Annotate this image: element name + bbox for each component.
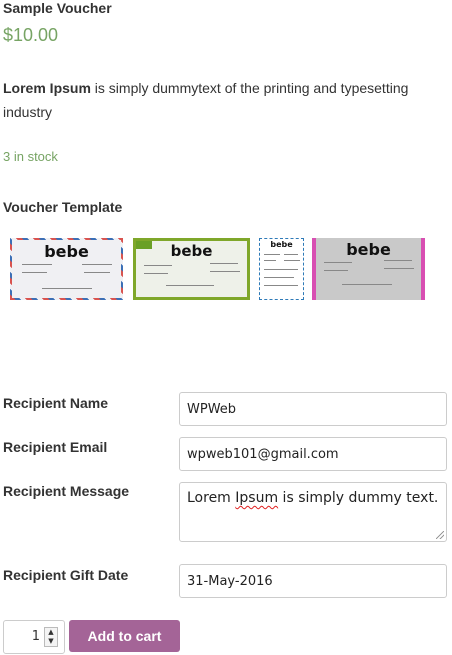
- quantity-stepper[interactable]: 1 ▲ ▼: [3, 620, 65, 654]
- template-brand-logo: bebe: [346, 240, 391, 259]
- product-price: $10.00: [3, 25, 59, 45]
- recipient-name-label: Recipient Name: [3, 395, 109, 411]
- recipient-email-label: Recipient Email: [3, 439, 108, 455]
- recipient-name-input[interactable]: [179, 392, 447, 426]
- product-description: Lorem Ipsum is simply dummytext of the p…: [3, 76, 443, 124]
- recipient-message-textarea[interactable]: Lorem Ipsum is simply dummy text.: [179, 482, 447, 542]
- voucher-template-option-1[interactable]: bebe: [10, 238, 123, 300]
- description-bold: Lorem Ipsum: [3, 80, 91, 96]
- template-brand-logo: bebe: [270, 240, 293, 249]
- message-word-ipsum: Ipsum: [235, 490, 279, 506]
- product-title: Sample Voucher: [3, 0, 112, 16]
- recipient-gift-date-input[interactable]: [179, 564, 447, 598]
- template-brand-logo: bebe: [170, 242, 213, 260]
- voucher-template-heading: Voucher Template: [3, 199, 123, 215]
- stock-status: 3 in stock: [3, 149, 58, 164]
- recipient-email-input[interactable]: [179, 437, 447, 471]
- quantity-value: 1: [31, 629, 40, 644]
- voucher-template-option-4[interactable]: bebe: [312, 238, 425, 300]
- resize-grip-icon[interactable]: [436, 531, 444, 539]
- template-brand-logo: bebe: [44, 242, 89, 261]
- voucher-template-option-3[interactable]: bebe: [259, 238, 304, 300]
- message-word-lorem: Lorem: [187, 490, 231, 506]
- recipient-gift-date-label: Recipient Gift Date: [3, 567, 129, 583]
- voucher-template-option-2[interactable]: bebe: [133, 238, 250, 300]
- increment-arrow-icon[interactable]: ▲: [45, 628, 57, 637]
- message-rest: is simply dummy text.: [278, 490, 439, 506]
- add-to-cart-button[interactable]: Add to cart: [69, 620, 180, 652]
- quantity-spinner[interactable]: ▲ ▼: [44, 627, 58, 647]
- decrement-arrow-icon[interactable]: ▼: [45, 637, 57, 646]
- recipient-message-label: Recipient Message: [3, 483, 130, 499]
